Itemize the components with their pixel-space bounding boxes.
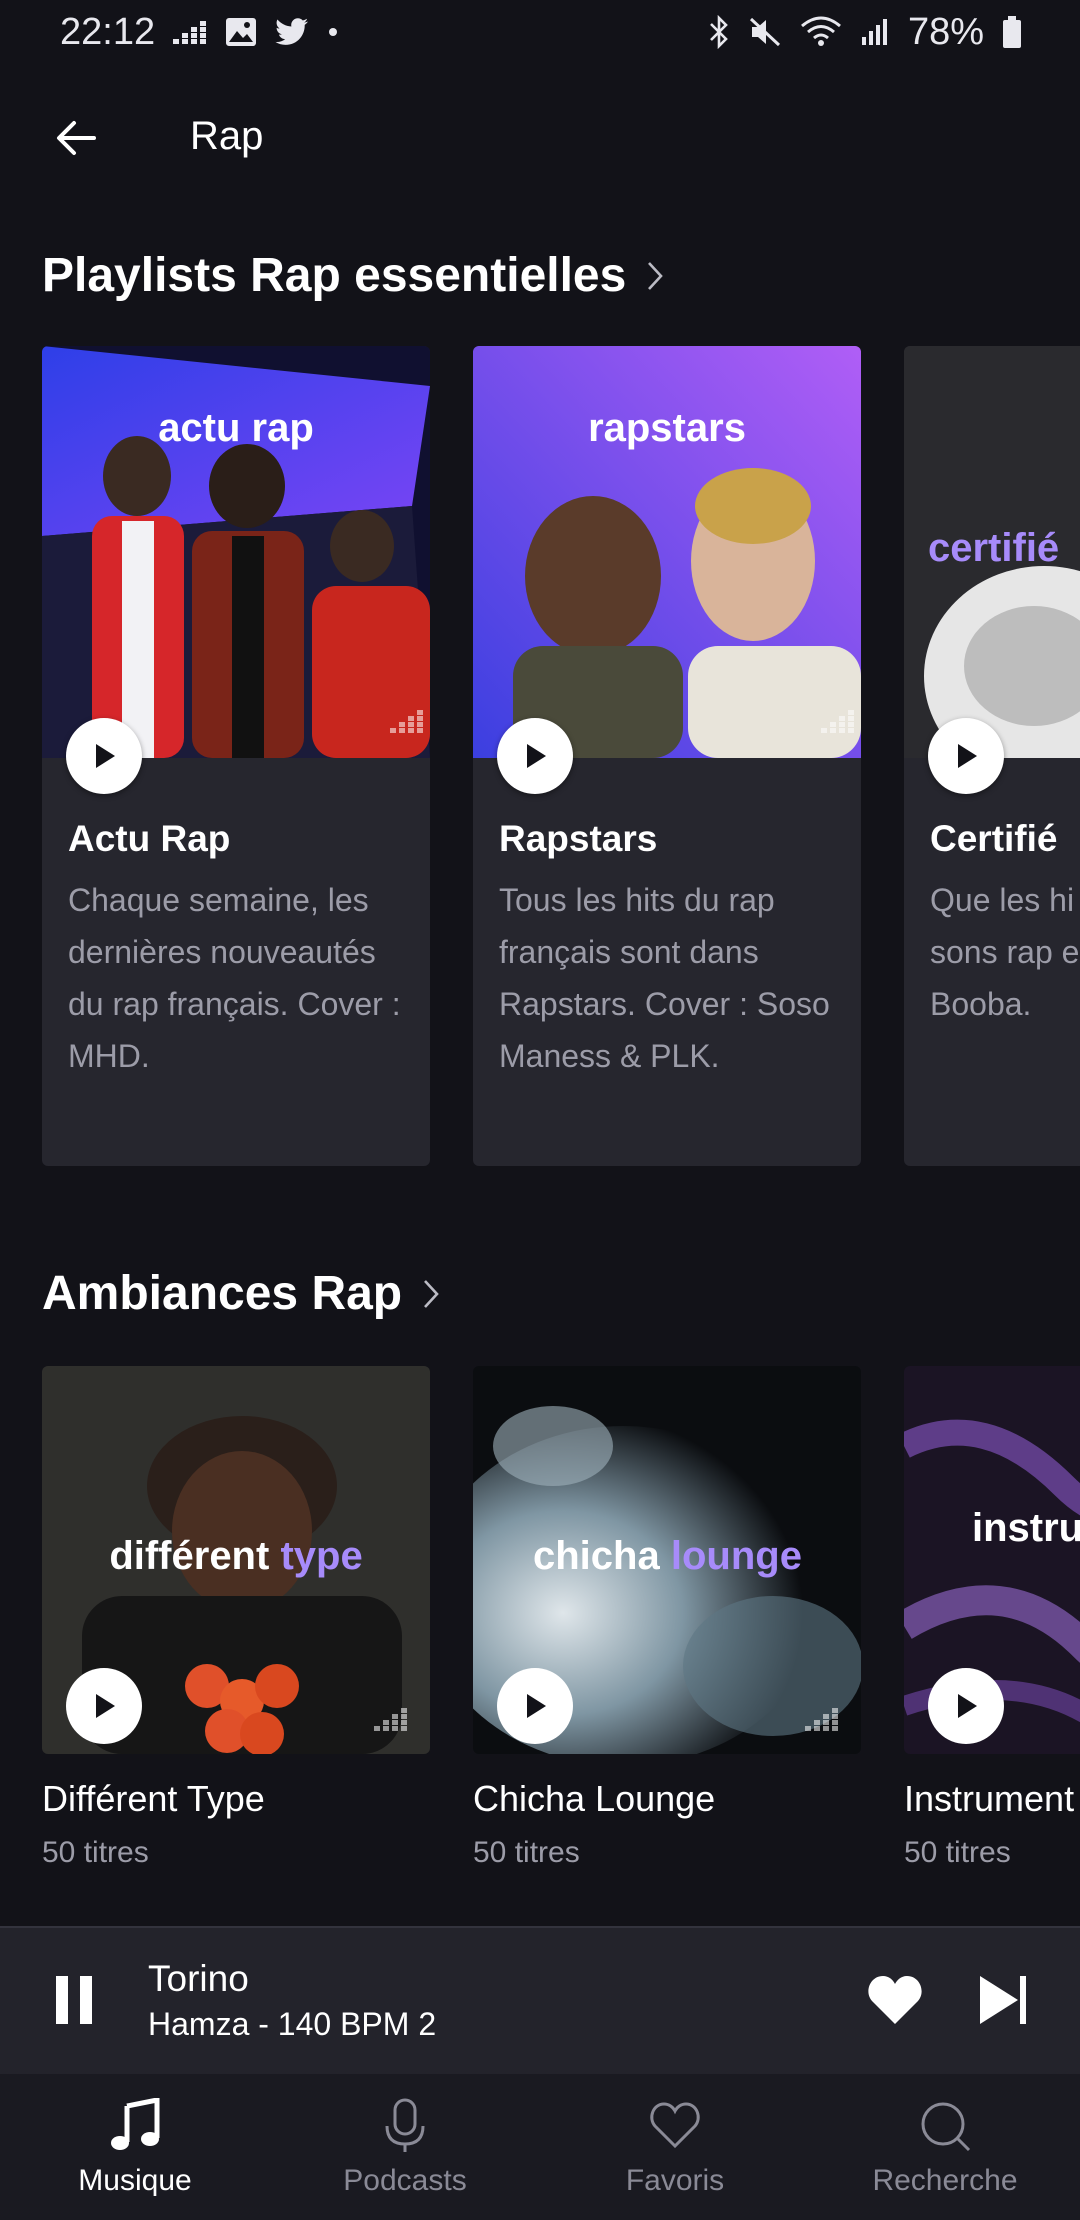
play-button[interactable] — [66, 718, 142, 794]
section-moods-header[interactable]: Ambiances Rap — [42, 1266, 440, 1321]
status-time: 22:12 — [60, 10, 156, 53]
arrow-left-icon — [57, 121, 96, 155]
favorite-button[interactable] — [866, 1972, 924, 2028]
playlist-title: Certifié — [930, 818, 1058, 859]
playlist-description: Tous les hits du rap français sont dans … — [499, 882, 830, 1074]
mood-title: Chicha Lounge — [473, 1778, 716, 1819]
moods-row: différent type Différent Type 50 titres — [0, 1366, 1080, 1906]
mood-cover: chicha lounge — [473, 1366, 861, 1754]
nav-item-recherche[interactable]: Recherche — [810, 2074, 1080, 2220]
playlist-cover: actu rap — [42, 346, 430, 758]
mood-cover-label: instru hip — [972, 1506, 1080, 1594]
mood-cover-label-main: instru — [972, 1506, 1080, 1550]
playlist-cover: certifié — [904, 346, 1080, 758]
status-right: 78% — [708, 11, 1022, 54]
playlist-title: Rapstars — [499, 818, 658, 859]
play-icon — [527, 744, 546, 768]
mood-cover: instru hip — [904, 1366, 1080, 1754]
section-essentials-header[interactable]: Playlists Rap essentielles — [42, 248, 664, 303]
track-artist: Hamza - 140 BPM 2 — [148, 2006, 437, 2042]
pause-button[interactable] — [50, 1972, 98, 2028]
nav-label: Recherche — [872, 2164, 1018, 2197]
twitter-icon — [275, 18, 309, 46]
chevron-right-icon — [646, 259, 664, 293]
mood-title: Instrument — [904, 1778, 1075, 1819]
play-icon — [96, 744, 115, 768]
playlists-row: actu rap Actu Rap Chaque semaine, les de… — [0, 346, 1080, 1166]
nav-item-podcasts[interactable]: Podcasts — [270, 2074, 540, 2220]
play-button[interactable] — [497, 718, 573, 794]
section-title: Ambiances Rap — [42, 1267, 403, 1320]
signal-icon — [860, 17, 890, 47]
nav-item-musique[interactable]: Musique — [0, 2074, 270, 2220]
back-button[interactable] — [50, 112, 102, 164]
cover-label: rapstars — [588, 406, 746, 450]
mood-track-count: 50 titres — [42, 1836, 149, 1869]
mood-track-count: 50 titres — [473, 1836, 580, 1869]
status-bar: 22:12 78% — [0, 0, 1080, 64]
wifi-icon — [800, 16, 842, 48]
play-icon — [527, 1694, 546, 1718]
mood-title: Différent Type — [42, 1778, 265, 1819]
cover-label: certifié — [928, 526, 1060, 570]
mini-player[interactable]: Torino Hamza - 140 BPM 2 — [0, 1926, 1080, 2074]
mood-track-count: 50 titres — [904, 1836, 1011, 1869]
mood-cover: différent type — [42, 1366, 430, 1754]
dot-icon — [327, 26, 339, 38]
pause-icon — [56, 1976, 92, 2024]
heart-filled-icon — [868, 1976, 922, 2024]
play-button[interactable] — [928, 1668, 1004, 1744]
play-button[interactable] — [928, 718, 1004, 794]
microphone-icon — [385, 2098, 425, 2152]
cover-label: actu rap — [158, 406, 314, 450]
bluetooth-icon — [708, 15, 730, 49]
mood-cover-label: chicha lounge — [533, 1534, 861, 1579]
nav-label: Musique — [78, 2164, 192, 2197]
mood-cover-label-accent: type — [280, 1534, 363, 1578]
heart-icon — [650, 2102, 700, 2149]
page-title: Rap — [190, 114, 264, 158]
playlist-card[interactable]: actu rap Actu Rap Chaque semaine, les de… — [42, 346, 430, 1166]
nav-label: Podcasts — [343, 2164, 467, 2197]
battery-percent: 78% — [907, 10, 984, 53]
play-button[interactable] — [66, 1668, 142, 1744]
music-note-icon — [111, 2098, 160, 2150]
mood-cover-label-main: chicha — [533, 1534, 660, 1578]
playlist-title: Actu Rap — [68, 818, 231, 859]
playlist-description: Que les hi ce sont le sons rap e moment.… — [930, 882, 1080, 1022]
playlist-description: Chaque semaine, les dernières nouveautés… — [68, 882, 401, 1074]
play-icon — [958, 1694, 977, 1718]
playlist-card[interactable]: certifié Certifié Que les hi ce sont le … — [904, 346, 1080, 1166]
nav-item-favoris[interactable]: Favoris — [540, 2074, 810, 2220]
chevron-right-icon — [422, 1277, 440, 1311]
play-button[interactable] — [497, 1668, 573, 1744]
playlist-cover: rapstars — [473, 346, 861, 758]
battery-icon — [1002, 15, 1022, 49]
mute-icon — [748, 16, 782, 48]
nav-label: Favoris — [625, 2164, 725, 2197]
skip-next-icon — [980, 1976, 1026, 2024]
mood-cover-label: différent type — [42, 1534, 430, 1579]
top-bar: Rap — [0, 96, 1080, 180]
deezer-watermark-icon — [821, 710, 854, 733]
status-left: 22:12 — [60, 11, 339, 54]
track-title: Torino — [148, 1958, 249, 1999]
section-title: Playlists Rap essentielles — [42, 249, 627, 302]
deezer-icon — [173, 19, 207, 45]
mood-cover-label-accent: hip — [972, 1550, 1080, 1594]
bottom-navigation: Musique Podcasts Favoris Recherche — [0, 2074, 1080, 2220]
mood-cover-label-main: différent — [109, 1534, 270, 1578]
play-icon — [958, 744, 977, 768]
deezer-watermark-icon — [805, 1708, 838, 1731]
play-icon — [96, 1694, 115, 1718]
mood-cover-label-accent: lounge — [670, 1534, 802, 1578]
deezer-watermark-icon — [390, 710, 423, 733]
gallery-icon — [225, 17, 257, 47]
next-track-button[interactable] — [978, 1972, 1030, 2028]
search-icon — [921, 2102, 971, 2152]
playlist-card[interactable]: rapstars Rapstars Tous les hits du rap f… — [473, 346, 861, 1166]
deezer-watermark-icon — [374, 1708, 407, 1731]
